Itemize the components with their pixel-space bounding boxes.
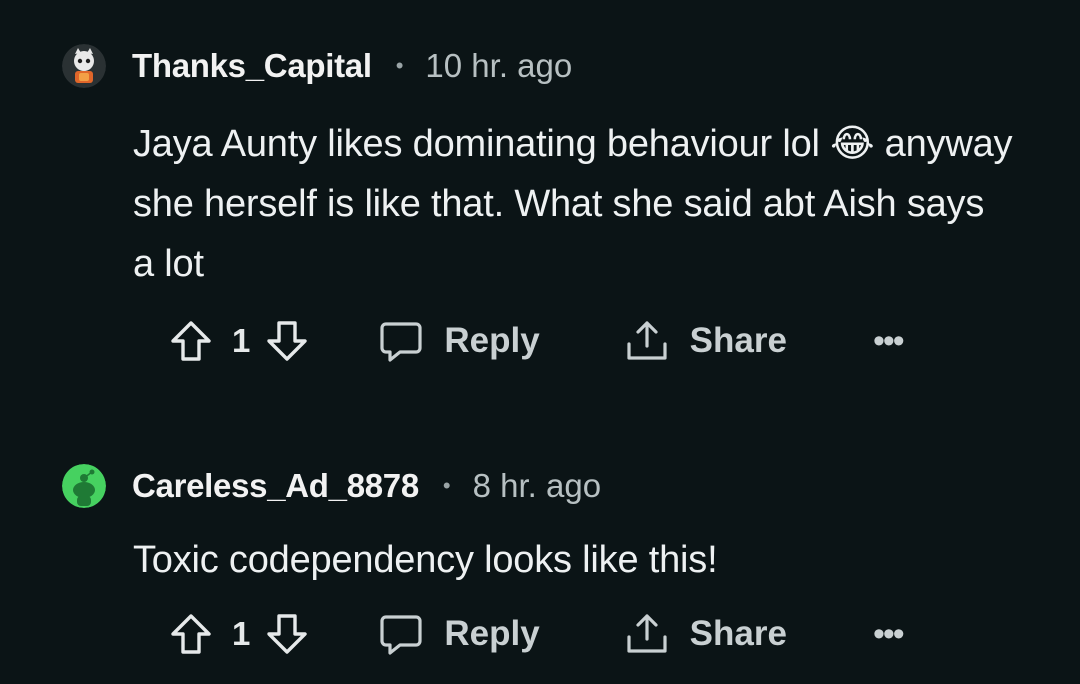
user-avatar[interactable] <box>62 464 106 508</box>
default-snoo-avatar-icon <box>62 464 106 508</box>
downvote-arrow-icon <box>267 614 308 654</box>
share-button[interactable]: Share <box>624 318 787 364</box>
user-avatar[interactable] <box>62 44 106 88</box>
reply-button[interactable]: Reply <box>378 611 540 657</box>
comment-bubble-icon <box>380 615 422 655</box>
more-options-icon[interactable]: ••• <box>873 617 905 651</box>
snoo-avatar-icon <box>62 44 106 88</box>
downvote-button[interactable] <box>264 611 310 657</box>
username[interactable]: Careless_Ad_8878 <box>132 467 419 505</box>
comment-actions: 1 Reply Share ••• <box>168 606 905 662</box>
timestamp: 8 hr. ago <box>472 467 602 504</box>
upvote-button[interactable] <box>168 318 214 364</box>
comment-meta: Thanks_Capital • 10 hr. ago <box>62 38 572 94</box>
comment-meta: Careless_Ad_8878 • 8 hr. ago <box>62 458 601 514</box>
username[interactable]: Thanks_Capital <box>132 47 372 85</box>
comment-body: Jaya Aunty likes dominating behaviour lo… <box>133 123 1013 285</box>
meta-separator: • <box>395 53 404 78</box>
upvote-button[interactable] <box>168 611 214 657</box>
share-label: Share <box>689 321 787 360</box>
vote-score: 1 <box>232 322 251 359</box>
share-button[interactable]: Share <box>624 611 787 657</box>
share-icon <box>627 614 667 653</box>
reply-button[interactable]: Reply <box>378 318 540 364</box>
timestamp: 10 hr. ago <box>425 47 573 84</box>
comment-body: Toxic codependency looks like this! <box>133 539 718 581</box>
upvote-arrow-icon <box>171 321 211 361</box>
share-icon <box>627 321 667 360</box>
more-options-icon[interactable]: ••• <box>873 324 905 358</box>
reply-label: Reply <box>444 614 540 653</box>
vote-score: 1 <box>232 615 251 652</box>
comment-bubble-icon <box>380 322 422 362</box>
reply-label: Reply <box>444 321 540 360</box>
upvote-arrow-icon <box>171 614 211 654</box>
meta-separator: • <box>442 473 451 498</box>
share-label: Share <box>689 614 787 653</box>
comment-actions: 1 Reply Share ••• <box>168 313 905 369</box>
downvote-arrow-icon <box>267 321 308 361</box>
downvote-button[interactable] <box>264 318 310 364</box>
